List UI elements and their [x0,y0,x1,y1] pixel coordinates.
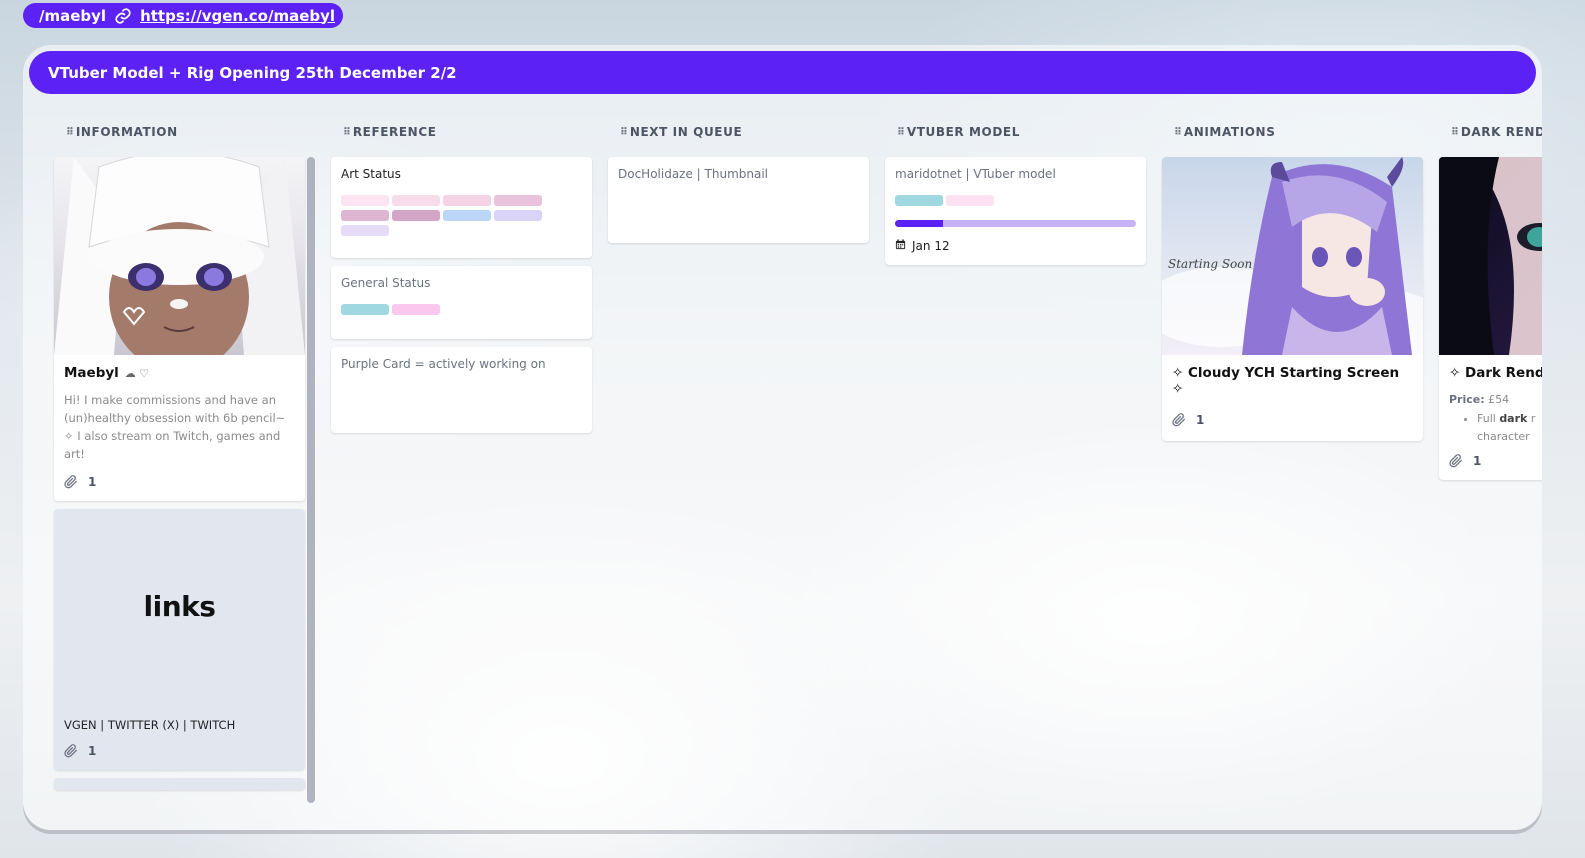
profile-name-emoji: ☁ ♡ [124,366,150,380]
card-title: Art Status [341,167,401,181]
label-list [895,195,1105,206]
progress-bar [895,220,1136,227]
card-title: maridotnet | VTuber model [895,167,1056,181]
column-title: VTUBER MODEL [906,125,1020,139]
label-chip[interactable] [946,195,994,206]
dark-render-cover-image [1439,157,1542,355]
card-title: ✧ Dark Render [1449,365,1542,381]
label-chip[interactable] [443,210,491,221]
attachment-count: 1 [88,475,97,489]
drag-handle-icon[interactable]: ⠿ [66,127,74,138]
links-card-title: VGEN | TWITTER (X) | TWITCH [64,718,236,732]
paperclip-icon [1449,454,1463,468]
column-vtuber-model: ⠿ VTUBER MODEL maridotnet | VTuber model… [885,125,1147,273]
column-information: ⠿ INFORMATION Maebyl ☁ ♡ Hi! I make comm… [54,125,316,798]
links-cover-text: links [143,590,216,623]
column-scrollbar[interactable] [307,157,315,803]
profile-description: Hi! I make commissions and have an (un)h… [64,393,286,461]
profile-card[interactable]: Maebyl ☁ ♡ Hi! I make commissions and ha… [54,157,305,501]
label-chip[interactable] [392,195,440,206]
column-header[interactable]: ⠿ ANIMATIONS [1174,125,1424,139]
description-bullet: Full dark r character [1477,410,1542,446]
column-animations: ⠿ ANIMATIONS Starting Soon ✧ Cloudy YCH … [1162,125,1424,449]
drag-handle-icon[interactable]: ⠿ [1174,127,1182,138]
attachment-count: 1 [1473,454,1482,468]
label-chip[interactable] [494,210,542,221]
label-chip[interactable] [341,210,389,221]
partial-card[interactable] [54,778,305,790]
column-title: ANIMATIONS [1183,125,1276,139]
card-art-status[interactable]: Art Status [331,157,592,258]
label-chip[interactable] [895,195,943,206]
column-reference: ⠿ REFERENCE Art Status General Status Pu… [331,125,593,441]
card-title: ✧ Cloudy YCH Starting Screen ✧ [1172,365,1400,397]
card-maridotnet[interactable]: maridotnet | VTuber model Jan 12 [885,157,1146,265]
links-cover-image: links [54,509,305,704]
drag-handle-icon[interactable]: ⠿ [343,127,351,138]
card-purple-note[interactable]: Purple Card = actively working on [331,347,592,433]
profile-url-link[interactable]: https://vgen.co/maebyl [140,7,335,25]
column-header[interactable]: ⠿ VTUBER MODEL [897,125,1147,139]
drag-handle-icon[interactable]: ⠿ [1451,127,1459,138]
column-header[interactable]: ⠿ NEXT IN QUEUE [620,125,870,139]
profile-cover-image [54,157,305,355]
progress-fill [895,220,944,227]
paperclip-icon [1172,413,1186,427]
column-title: INFORMATION [75,125,178,139]
label-chip[interactable] [443,195,491,206]
attachment-count: 1 [1196,413,1205,427]
drag-handle-icon[interactable]: ⠿ [620,127,628,138]
links-card[interactable]: links VGEN | TWITTER (X) | TWITCH 1 [54,509,305,770]
label-chip[interactable] [341,225,389,236]
link-icon [114,7,132,25]
column-header[interactable]: ⠿ INFORMATION [66,125,316,139]
card-title: Purple Card = actively working on [341,357,546,371]
calendar-icon [895,239,906,253]
column-title: REFERENCE [352,125,437,139]
card-dark-render[interactable]: ✧ Dark Render Price: £54 Full dark r cha… [1439,157,1542,480]
board: VTuber Model + Rig Opening 25th December… [23,45,1542,830]
price-label: Price: [1449,393,1485,406]
drag-handle-icon[interactable]: ⠿ [897,127,905,138]
card-title: DocHolidaze | Thumbnail [618,167,769,181]
card-title: General Status [341,276,431,290]
column-header[interactable]: ⠿ REFERENCE [343,125,593,139]
label-list [341,304,551,315]
column-title: NEXT IN QUEUE [629,125,743,139]
card-general-status[interactable]: General Status [331,266,592,339]
profile-name: Maebyl [64,365,119,381]
price-value: £54 [1488,393,1510,406]
label-chip[interactable] [341,304,389,315]
label-chip[interactable] [392,210,440,221]
column-title: DARK RENDER [1460,125,1542,139]
due-date: Jan 12 [912,239,950,253]
paperclip-icon [64,475,78,489]
username[interactable]: /maebyl [39,7,106,25]
column-header[interactable]: ⠿ DARK RENDER [1451,125,1542,139]
label-chip[interactable] [341,195,389,206]
card-docholidaze[interactable]: DocHolidaze | Thumbnail [608,157,869,243]
label-list [341,195,551,236]
profile-topbar: /maebyl https://vgen.co/maebyl [23,3,343,28]
paperclip-icon [64,744,78,758]
ych-cover-text: Starting Soon [1168,257,1253,271]
ych-cover-image: Starting Soon [1162,157,1423,355]
label-chip[interactable] [494,195,542,206]
attachment-count: 1 [88,744,97,758]
label-chip[interactable] [392,304,440,315]
board-title: VTuber Model + Rig Opening 25th December… [29,51,1536,94]
column-next-in-queue: ⠿ NEXT IN QUEUE DocHolidaze | Thumbnail [608,125,870,251]
card-cloudy-ych[interactable]: Starting Soon ✧ Cloudy YCH Starting Scre… [1162,157,1423,441]
column-dark-render: ⠿ DARK RENDER ✧ Dark Render Price: [1439,125,1542,488]
